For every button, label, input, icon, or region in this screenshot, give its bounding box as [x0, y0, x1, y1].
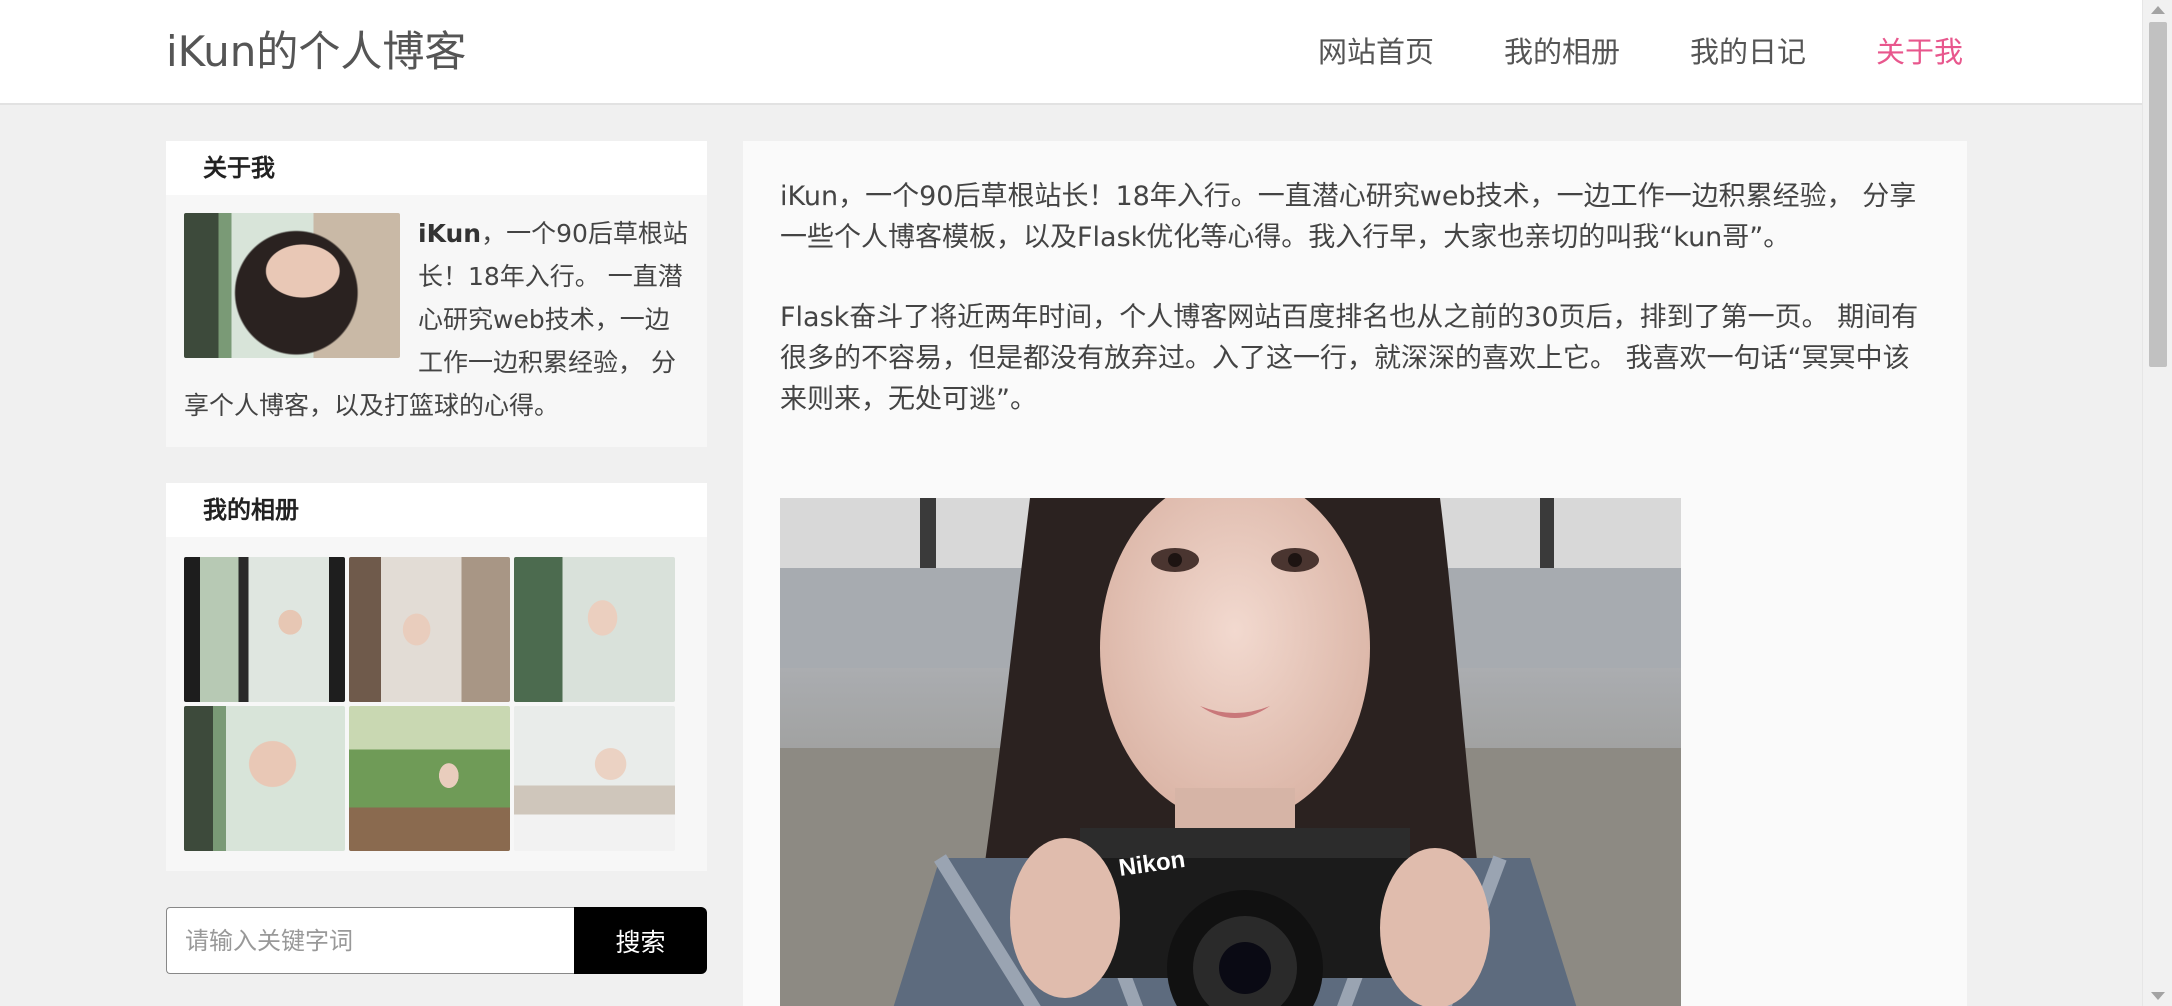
scroll-up-arrow-icon[interactable]: [2151, 6, 2165, 14]
hero-photo-illustration: Nikon: [780, 498, 1681, 1006]
album-panel-title: 我的相册: [166, 483, 707, 537]
album-panel: 我的相册: [166, 483, 707, 871]
site-header: iKun的个人博客 网站首页 我的相册 我的日记 关于我: [0, 0, 2142, 105]
intro-paragraph: iKun，一个90后草根站长！18年入行。一直潜心研究web技术，一边工作一边积…: [780, 181, 1917, 253]
search-form: 搜索: [166, 907, 707, 974]
page-scrollbar[interactable]: [2142, 0, 2172, 1006]
about-panel-body: iKun，一个90后草根站长！18年入行。 一直潜心研究web技术，一边工作一边…: [166, 195, 707, 447]
main-content: iKun，一个90后草根站长！18年入行。一直潜心研究web技术，一边工作一边积…: [743, 141, 1967, 1006]
album-grid: [184, 557, 689, 851]
search-button[interactable]: 搜索: [574, 907, 707, 974]
album-thumbnail[interactable]: [349, 557, 510, 702]
story-paragraph: Flask奋斗了将近两年时间，个人博客网站百度排名也从之前的30页后，排到了第一…: [780, 302, 1919, 415]
nav-item-album[interactable]: 我的相册: [1504, 28, 1620, 76]
site-title[interactable]: iKun的个人博客: [166, 22, 466, 82]
nav-item-diary[interactable]: 我的日记: [1690, 28, 1806, 76]
about-avatar-image: [184, 213, 400, 358]
album-thumbnail[interactable]: [184, 706, 345, 851]
about-name: iKun: [418, 219, 482, 248]
album-thumbnail[interactable]: [184, 557, 345, 702]
hero-image: Nikon: [780, 498, 1681, 1006]
album-thumbnail[interactable]: [514, 706, 675, 851]
nav-item-about[interactable]: 关于我: [1876, 28, 1963, 76]
search-input[interactable]: [166, 907, 574, 974]
about-panel-title: 关于我: [166, 141, 707, 195]
scroll-down-arrow-icon[interactable]: [2151, 992, 2165, 1000]
nav-item-home[interactable]: 网站首页: [1318, 28, 1434, 76]
main-nav: 网站首页 我的相册 我的日记 关于我: [1318, 28, 1963, 76]
album-panel-body: [166, 537, 707, 871]
album-thumbnail[interactable]: [349, 706, 510, 851]
sidebar: 关于我 iKun，一个90后草根站长！18年入行。 一直潜心研究web技术，一边…: [166, 141, 707, 974]
scrollbar-thumb[interactable]: [2149, 22, 2167, 367]
album-thumbnail[interactable]: [514, 557, 675, 702]
about-panel: 关于我 iKun，一个90后草根站长！18年入行。 一直潜心研究web技术，一边…: [166, 141, 707, 447]
